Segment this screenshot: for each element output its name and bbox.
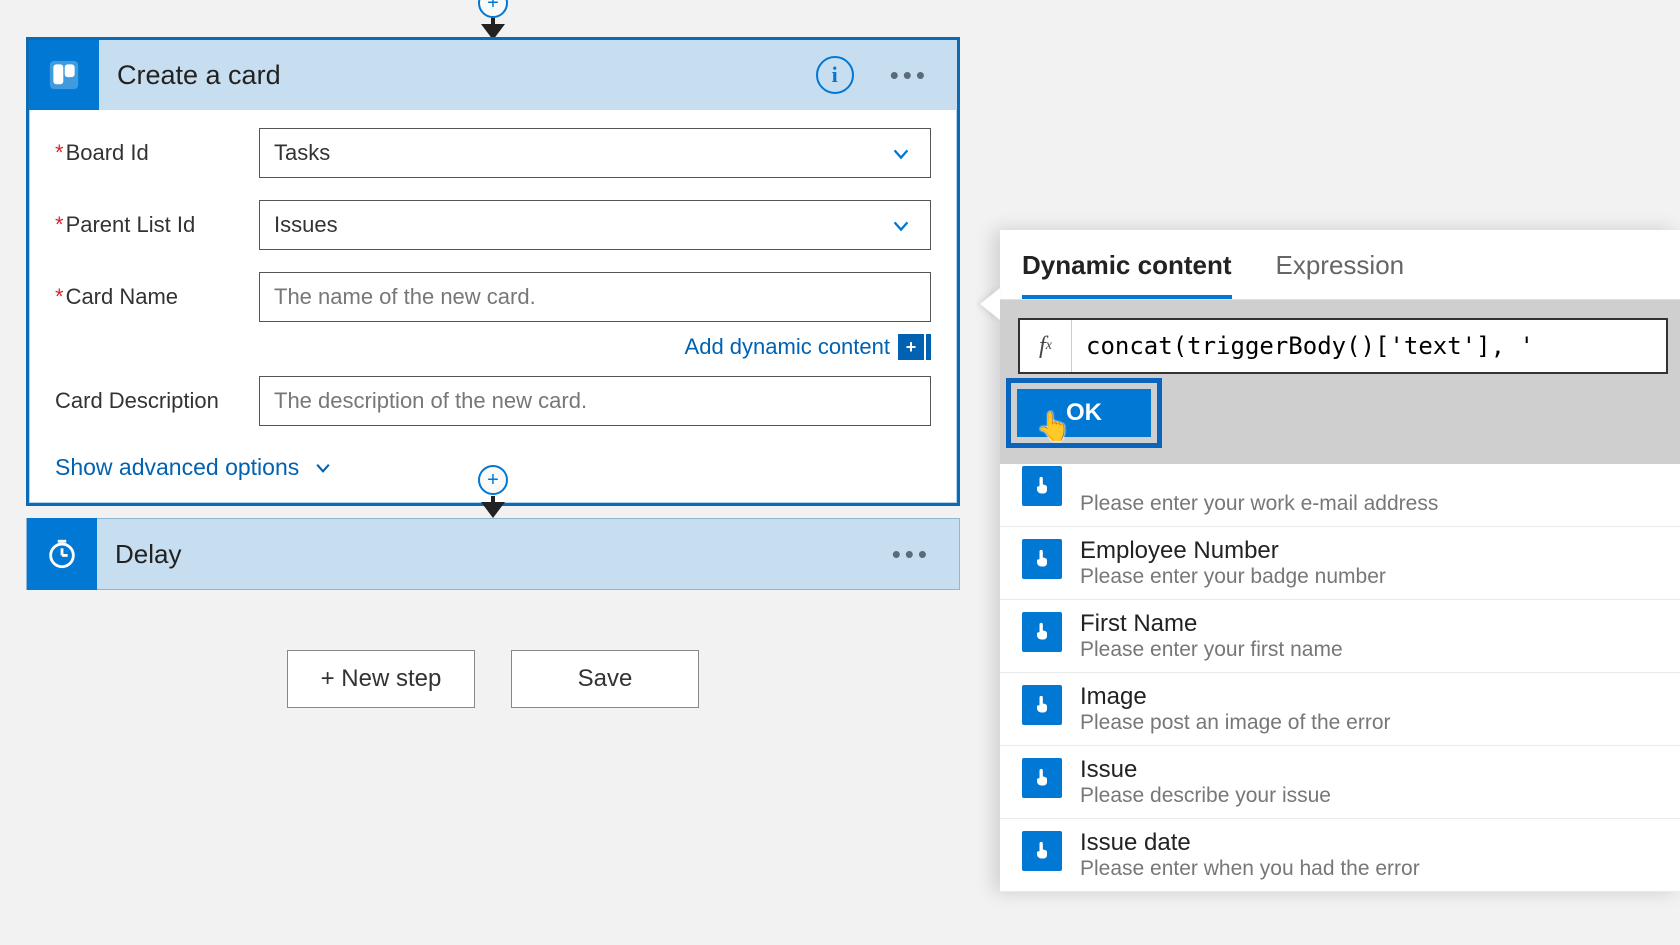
touch-icon [1022, 539, 1062, 579]
dynamic-content-list: Email Please enter your work e-mail addr… [1000, 464, 1680, 892]
dynamic-content-item[interactable]: Employee Number Please enter your badge … [1000, 527, 1680, 600]
expression-input-row: fx [1018, 318, 1668, 374]
touch-icon [1022, 758, 1062, 798]
ok-button[interactable]: OK [1017, 389, 1151, 437]
dynamic-content-item[interactable]: Image Please post an image of the error [1000, 673, 1680, 746]
required-icon: * [55, 212, 64, 237]
required-icon: * [55, 140, 64, 165]
item-subtitle: Please enter when you had the error [1080, 857, 1420, 881]
tab-dynamic-content[interactable]: Dynamic content [1022, 240, 1232, 299]
item-title: Employee Number [1080, 537, 1386, 565]
item-subtitle: Please enter your badge number [1080, 565, 1386, 589]
item-subtitle: Please describe your issue [1080, 784, 1331, 808]
create-card-step: Create a card i ••• *Board Id Tasks [26, 37, 960, 506]
card-name-input[interactable] [274, 273, 916, 321]
field-parent-list-id: *Parent List Id Issues [55, 200, 931, 250]
required-icon: * [55, 284, 64, 309]
field-label: *Board Id [55, 140, 259, 166]
touch-icon [1022, 466, 1062, 506]
card-name-input-wrap [259, 272, 931, 322]
arrow-down-icon [481, 502, 505, 518]
item-text: Issue date Please enter when you had the… [1080, 829, 1420, 881]
fx-icon: fx [1020, 320, 1072, 372]
item-text: Employee Number Please enter your badge … [1080, 537, 1386, 589]
item-text: Email Please enter your work e-mail addr… [1080, 464, 1438, 516]
tab-expression[interactable]: Expression [1276, 240, 1405, 299]
touch-icon [1022, 612, 1062, 652]
clock-icon [27, 518, 97, 590]
expression-area: fx OK 👆 [1000, 300, 1680, 464]
card-description-input[interactable] [274, 377, 916, 425]
item-title: First Name [1080, 610, 1343, 638]
step-header[interactable]: Create a card i ••• [29, 40, 957, 110]
designer-actions: + New step Save [26, 650, 960, 708]
item-text: First Name Please enter your first name [1080, 610, 1343, 662]
add-step-button[interactable]: + [478, 465, 508, 495]
delay-step[interactable]: Delay ••• [26, 518, 960, 590]
field-card-description: Card Description [55, 376, 931, 426]
item-text: Issue Please describe your issue [1080, 756, 1331, 808]
info-button[interactable]: i [816, 56, 854, 94]
dynamic-content-panel: Dynamic content Expression fx OK 👆 Email… [1000, 230, 1680, 892]
dynamic-content-item[interactable]: Email Please enter your work e-mail addr… [1000, 464, 1680, 527]
item-subtitle: Please enter your first name [1080, 638, 1343, 662]
select-value: Tasks [274, 140, 330, 166]
field-label: *Parent List Id [55, 212, 259, 238]
field-label: *Card Name [55, 284, 259, 310]
parent-list-select[interactable]: Issues [259, 200, 931, 250]
ok-button-highlight: OK [1006, 378, 1162, 448]
plus-icon: + [487, 469, 499, 492]
add-dynamic-badge-icon[interactable]: + [898, 334, 924, 360]
trello-icon [29, 40, 99, 110]
field-label: Card Description [55, 388, 259, 414]
chevron-down-icon [313, 458, 333, 478]
step-title: Create a card [99, 60, 816, 91]
item-title: Image [1080, 683, 1391, 711]
item-subtitle: Please enter your work e-mail address [1080, 492, 1438, 516]
expression-input[interactable] [1072, 320, 1666, 372]
item-title: Issue [1080, 756, 1331, 784]
touch-icon [1022, 831, 1062, 871]
save-button[interactable]: Save [511, 650, 699, 708]
chevron-down-icon [890, 215, 912, 237]
select-value: Issues [274, 212, 338, 238]
add-dynamic-content-row: Add dynamic content + [55, 334, 931, 360]
dynamic-content-item[interactable]: Issue Please describe your issue [1000, 746, 1680, 819]
item-text: Image Please post an image of the error [1080, 683, 1391, 735]
add-dynamic-content-link[interactable]: Add dynamic content [685, 334, 890, 360]
chevron-down-icon [890, 143, 912, 165]
item-subtitle: Please post an image of the error [1080, 711, 1391, 735]
board-id-select[interactable]: Tasks [259, 128, 931, 178]
step-title: Delay [97, 539, 892, 570]
dynamic-content-item[interactable]: Issue date Please enter when you had the… [1000, 819, 1680, 892]
field-card-name: *Card Name [55, 272, 931, 322]
add-dynamic-side-bar [926, 334, 931, 360]
show-advanced-options-toggle[interactable]: Show advanced options [29, 454, 359, 503]
dynamic-content-item[interactable]: First Name Please enter your first name [1000, 600, 1680, 673]
panel-tabs: Dynamic content Expression [1000, 230, 1680, 300]
callout-pointer-icon [980, 288, 1000, 320]
step-menu-button[interactable]: ••• [890, 60, 929, 91]
new-step-button[interactable]: + New step [287, 650, 475, 708]
field-board-id: *Board Id Tasks [55, 128, 931, 178]
plus-icon: + [487, 0, 499, 15]
item-title: Issue date [1080, 829, 1420, 857]
step-menu-button[interactable]: ••• [892, 539, 931, 570]
touch-icon [1022, 685, 1062, 725]
card-description-input-wrap [259, 376, 931, 426]
add-step-above-button[interactable]: + [478, 0, 508, 18]
